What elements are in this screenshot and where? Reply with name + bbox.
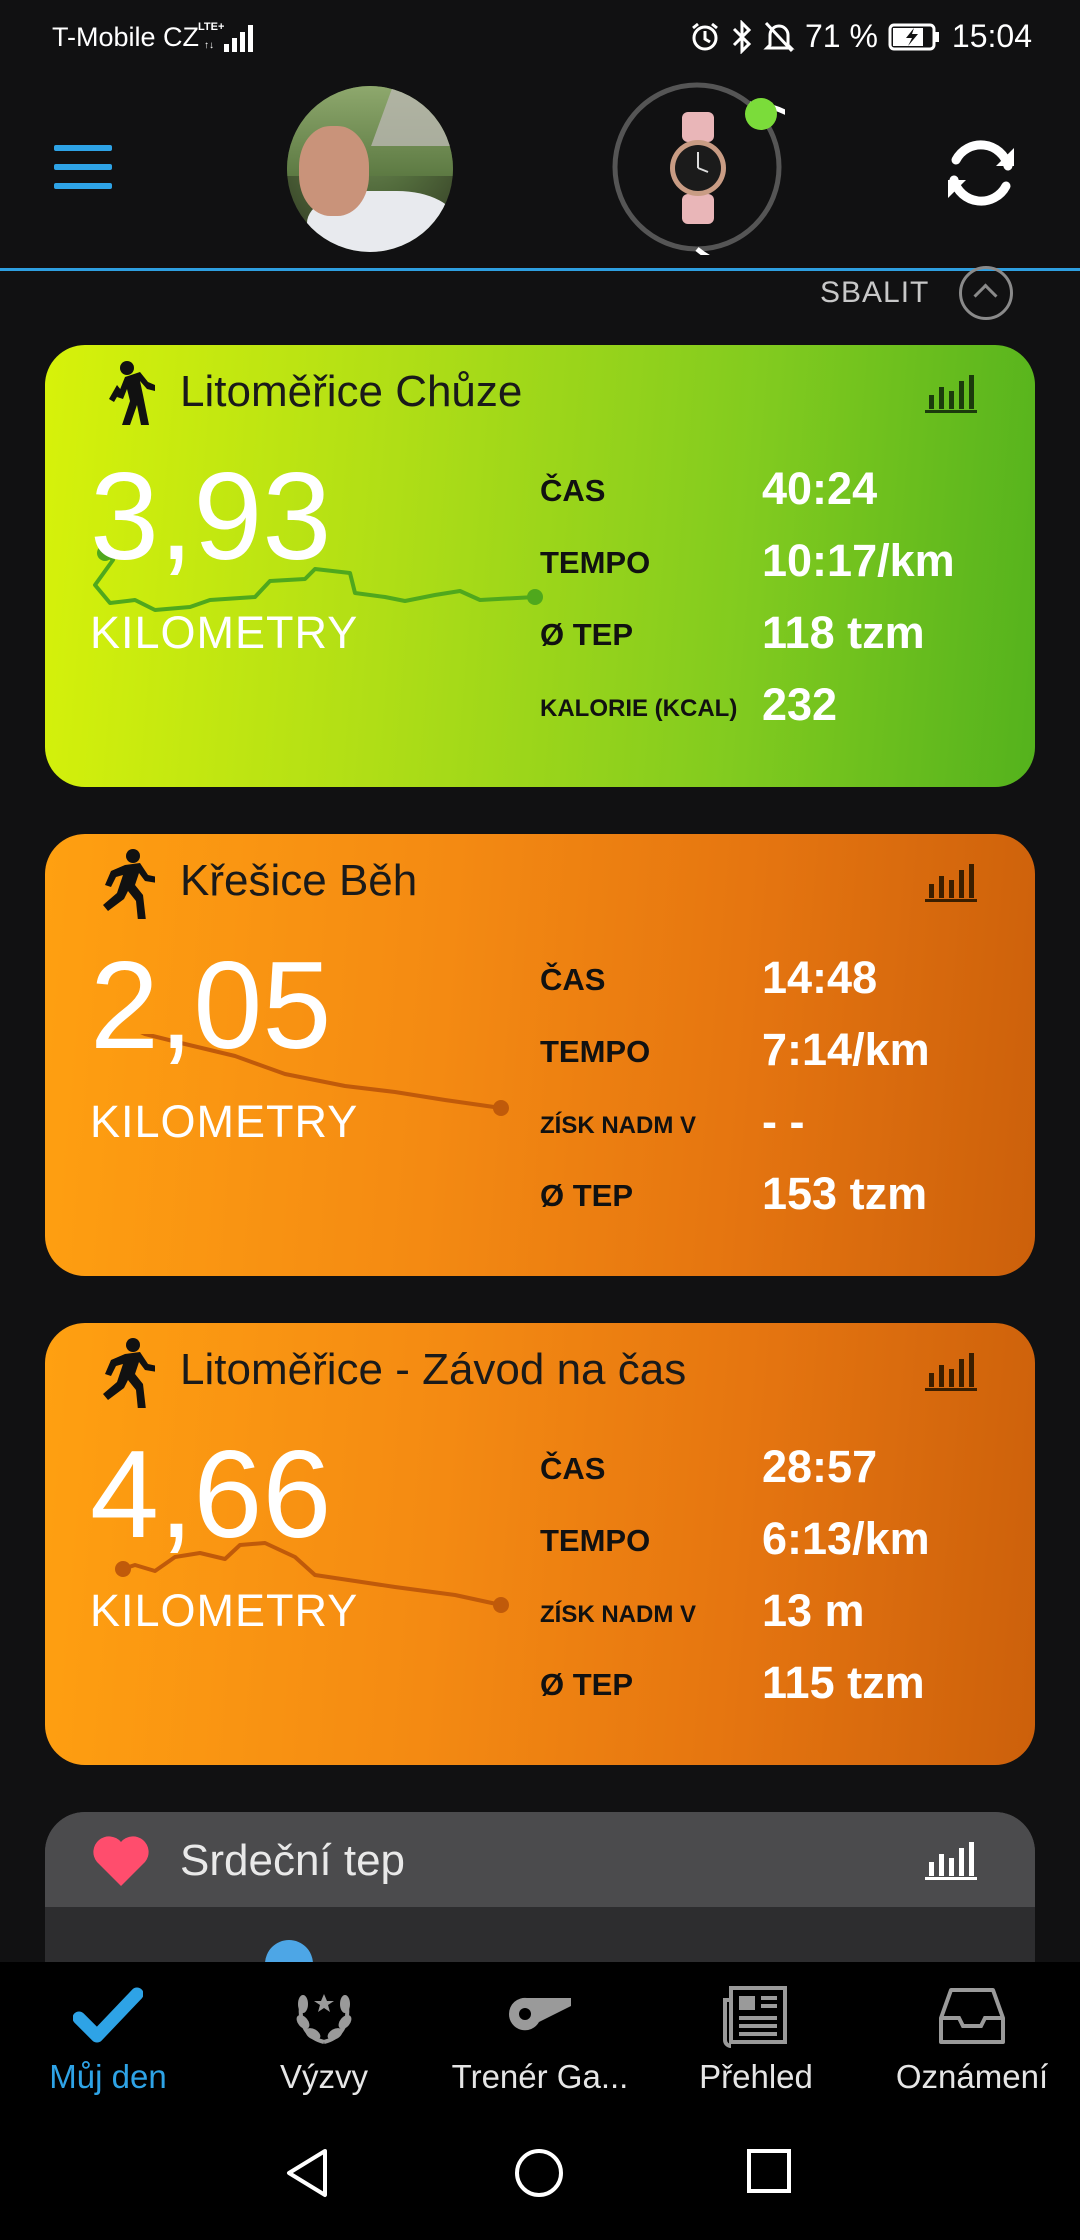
stat-value: 7:14/km [762,1024,930,1075]
activity-card-race[interactable]: Litoměřice - Závod na čas 4,66 KILOMETRY… [45,1323,1035,1765]
inbox-icon [939,1988,1005,2044]
whistle-icon [508,1997,571,2031]
home-icon[interactable] [513,2147,565,2199]
distance-value: 2,05 [90,937,332,1075]
distance-value: 4,66 [90,1426,332,1564]
nav-coach[interactable]: Trenér Ga... [432,1962,648,2102]
bar-chart-icon[interactable] [925,1351,977,1391]
stat-label: ZÍSK NADM V [540,1601,696,1628]
nav-label: Výzvy [279,2058,368,2095]
stat-row: KALORIE (KCAL) 232 [540,679,1020,751]
chevron-up-icon [959,266,1014,320]
activity-card-run[interactable]: Křešice Běh 2,05 KILOMETRY ČAS 14:48 TEM… [45,834,1035,1276]
stat-value: 115 tzm [762,1657,925,1708]
stat-value: 118 tzm [762,607,925,658]
stat-label: Ø TEP [540,617,634,652]
distance-unit: KILOMETRY [90,1585,359,1636]
stat-label: Ø TEP [540,1667,634,1702]
distance-unit: KILOMETRY [90,1096,359,1147]
distance-unit: KILOMETRY [90,607,359,658]
bar-chart-icon[interactable] [925,1840,977,1880]
svg-text:↑↓: ↑↓ [204,40,214,51]
device-status-button[interactable] [610,80,785,255]
svg-text:LTE+: LTE+ [198,21,224,33]
nav-challenges[interactable]: Výzvy [216,1962,432,2102]
back-icon[interactable] [283,2147,333,2199]
battery-label: 71 % [804,18,878,54]
alarm-icon [689,21,721,53]
stat-row: ZÍSK NADM V - - [540,1096,1020,1168]
clock-label: 15:04 [951,18,1032,54]
heart-rate-card[interactable]: Srdeční tep [45,1812,1035,1962]
stat-label: ZÍSK NADM V [540,1112,696,1139]
stat-value: 14:48 [762,952,878,1003]
stat-row: TEMPO 7:14/km [540,1024,1020,1096]
stat-row: ČAS 14:48 [540,952,1020,1024]
activity-title: Litoměřice Chůze [180,367,523,416]
stat-value: 13 m [762,1585,865,1636]
watch-icon [670,112,726,224]
stat-label: Ø TEP [540,1178,634,1213]
run-icon [103,1338,155,1408]
stat-row: ZÍSK NADM V 13 m [540,1585,1020,1657]
stat-row: Ø TEP 118 tzm [540,607,1020,679]
stat-label: TEMPO [540,1523,651,1558]
status-bar: T-Mobile CZ LTE+ ↑↓ 71 % 15:04 [0,0,1080,80]
carrier-label: T-Mobile CZ [52,22,200,52]
stat-label: TEMPO [540,1034,651,1069]
stat-row: Ø TEP 115 tzm [540,1657,1020,1729]
stat-label: KALORIE (KCAL) [540,695,738,722]
signal-icon: LTE+ ↑↓ [198,18,262,61]
stat-row: TEMPO 6:13/km [540,1513,1020,1585]
recents-icon[interactable] [745,2147,793,2195]
activity-title: Křešice Běh [180,856,418,905]
stat-value: 153 tzm [762,1168,928,1219]
hamburger-menu-icon[interactable] [54,145,112,189]
run-icon [103,849,155,919]
distance-value: 3,93 [90,448,332,586]
stat-value: - - [762,1096,805,1147]
system-navigation-bar [0,2102,1080,2240]
stat-row: ČAS 40:24 [540,463,1020,535]
nav-notifications[interactable]: Oznámení [864,1962,1080,2102]
bar-chart-icon[interactable] [925,373,977,413]
bottom-navigation: Můj den Výzvy Trenér Ga... Přehled Oznám… [0,1962,1080,2102]
nav-label: Trenér Ga... [451,2058,629,2095]
heart-rate-title: Srdeční tep [180,1836,406,1885]
activity-card-walk[interactable]: Litoměřice Chůze 3,93 KILOMETRY ČAS 40:2… [45,345,1035,787]
stat-value: 40:24 [762,463,878,514]
sync-icon[interactable] [938,130,1024,216]
stat-label: ČAS [540,962,606,997]
collapse-toggle[interactable]: SBALIT [820,266,1014,320]
collapse-label: SBALIT [820,276,930,309]
stat-label: TEMPO [540,545,651,580]
nav-overview[interactable]: Přehled [648,1962,864,2102]
nav-label: Přehled [699,2058,813,2095]
stat-value: 232 [762,679,838,730]
stat-label: ČAS [540,1451,606,1486]
heart-rate-card-body [45,1907,1035,1962]
walk-icon [109,361,155,425]
stat-label: ČAS [540,473,606,508]
heart-icon [93,1836,149,1886]
bar-chart-icon[interactable] [925,862,977,902]
avatar[interactable] [287,86,453,252]
mute-notifications-icon [763,20,795,54]
activity-title: Litoměřice - Závod na čas [180,1345,687,1394]
stat-value: 10:17/km [762,535,955,586]
nav-label: Oznámení [895,2058,1049,2095]
nav-my-day[interactable]: Můj den [0,1962,216,2102]
stat-row: ČAS 28:57 [540,1441,1020,1513]
app-header [0,80,1080,271]
nav-label: Můj den [49,2058,167,2095]
stat-value: 28:57 [762,1441,878,1492]
stat-row: TEMPO 10:17/km [540,535,1020,607]
bluetooth-icon [731,19,753,54]
checkmark-icon [73,1987,143,2043]
laurel-icon [296,1994,352,2044]
stat-value: 6:13/km [762,1513,930,1564]
newspaper-icon [723,1986,787,2048]
battery-icon [888,22,942,52]
stat-row: Ø TEP 153 tzm [540,1168,1020,1240]
